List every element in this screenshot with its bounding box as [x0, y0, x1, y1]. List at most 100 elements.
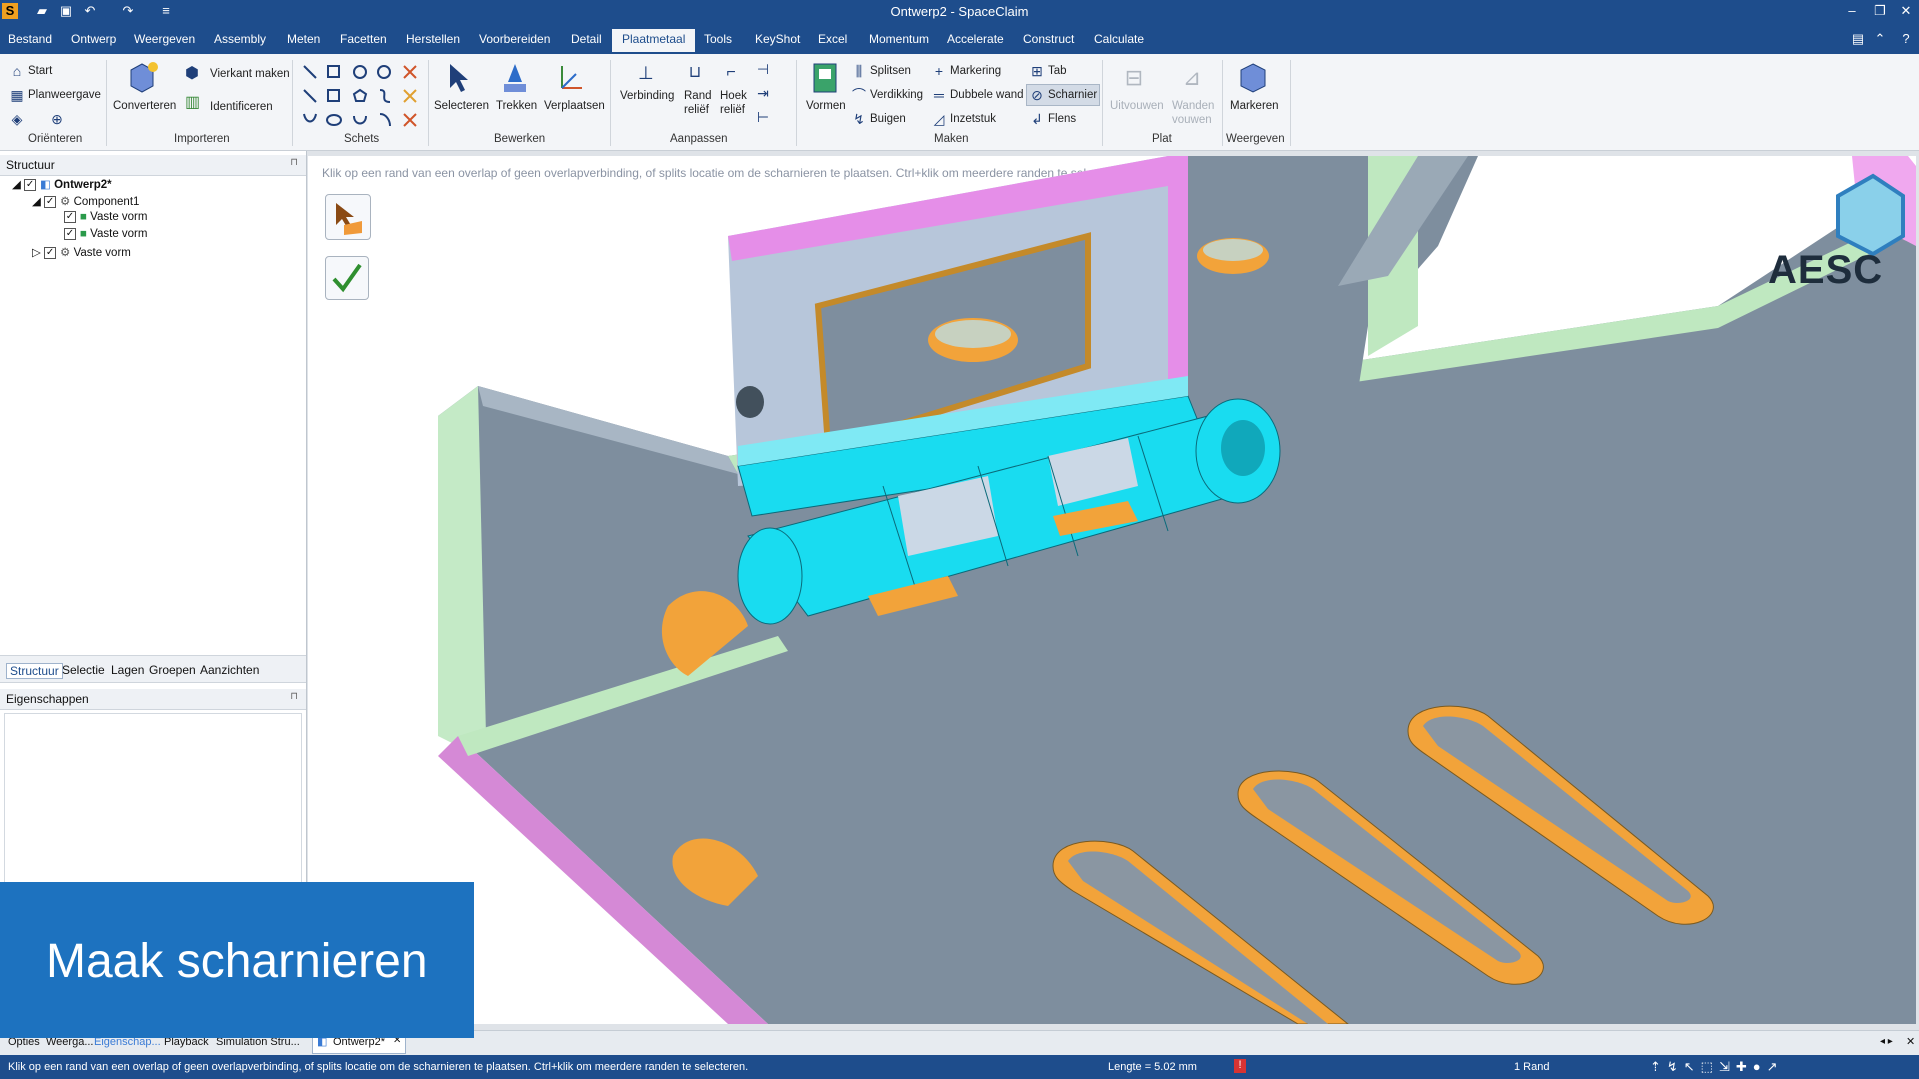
tree-label: Vaste vorm: [90, 228, 148, 241]
markeren-button[interactable]: Markeren: [1230, 100, 1279, 112]
pin-icon[interactable]: ⊓: [290, 691, 298, 702]
tree-item-body[interactable]: ✓ ■ Vaste vorm: [64, 228, 147, 244]
expand-icon[interactable]: ◢: [12, 179, 24, 191]
plan-view-button[interactable]: Planweergave: [28, 89, 101, 101]
close-button[interactable]: ✕: [1896, 2, 1916, 20]
adjust-tool-2-icon[interactable]: ⇥: [756, 86, 770, 100]
menu-excel[interactable]: Excel: [818, 32, 847, 46]
title-bar: S ▰ ▣ ↶ ↷ ≡ Ontwerp2 - SpaceClaim – ❐ ✕: [0, 0, 1919, 24]
error-icon[interactable]: !: [1234, 1059, 1246, 1073]
menu-tools[interactable]: Tools: [704, 32, 732, 46]
pull-button[interactable]: Trekken: [496, 100, 537, 112]
menu-accelerate[interactable]: Accelerate: [947, 32, 1004, 46]
square-icon: ⬢: [185, 65, 199, 82]
menu-keyshot[interactable]: KeyShot: [755, 32, 800, 46]
tree-item-body[interactable]: ▷ ✓ ⚙ Vaste vorm: [32, 245, 131, 261]
menu-bar: Bestand Ontwerp Weergeven Assembly Meten…: [0, 24, 1919, 54]
tab-lagen[interactable]: Lagen: [111, 663, 144, 677]
identify-icon: ▥: [185, 94, 201, 111]
menu-weergeven[interactable]: Weergeven: [134, 32, 195, 46]
tree-item-body[interactable]: ✓ ■ Vaste vorm: [64, 211, 147, 227]
select-button[interactable]: Selecteren: [434, 100, 489, 112]
menu-ontwerp[interactable]: Ontwerp: [71, 32, 116, 46]
hoek-relief-button[interactable]: Hoek: [720, 90, 747, 102]
visibility-checkbox[interactable]: ✓: [44, 195, 57, 208]
scroll-tabs-icon[interactable]: ◂ ▸: [1880, 1036, 1893, 1047]
markering-button[interactable]: Markering: [950, 65, 1001, 77]
layout-icon[interactable]: ▤: [1848, 30, 1868, 48]
identificeren-button[interactable]: Identificeren: [210, 101, 273, 113]
collapse-ribbon-icon[interactable]: ⌃: [1870, 30, 1890, 48]
3d-viewport[interactable]: Klik op een rand van een overlap of geen…: [308, 156, 1916, 1024]
structure-panel-header: Structuur ⊓: [0, 155, 306, 176]
select-icon: [450, 64, 468, 92]
minimize-button[interactable]: –: [1842, 2, 1862, 20]
insert-icon: ◿: [933, 111, 945, 127]
uitvouwen-button[interactable]: Uitvouwen: [1110, 100, 1164, 112]
expand-icon[interactable]: ▷: [32, 247, 44, 259]
component-icon: ⚙: [60, 247, 74, 259]
menu-bestand[interactable]: Bestand: [8, 32, 52, 46]
group-schets: Schets: [344, 133, 380, 145]
zoom-icon[interactable]: ⊕: [50, 112, 64, 126]
start-button[interactable]: Start: [28, 65, 52, 77]
rand-relief-button[interactable]: Rand: [684, 90, 712, 102]
verbinding-button[interactable]: Verbinding: [620, 90, 674, 102]
vierkant-maken-button[interactable]: Vierkant maken: [210, 68, 290, 80]
component-icon: ⚙: [60, 196, 74, 208]
menu-construct[interactable]: Construct: [1023, 32, 1074, 46]
menu-voorbereiden[interactable]: Voorbereiden: [479, 32, 550, 46]
restore-button[interactable]: ❐: [1870, 2, 1890, 20]
verdikking-button[interactable]: Verdikking: [870, 89, 923, 101]
menu-detail[interactable]: Detail: [571, 32, 602, 46]
group-maken: Maken: [934, 133, 969, 145]
tab-aanzichten[interactable]: Aanzichten: [200, 663, 259, 677]
tree-item-component[interactable]: ◢ ✓ ⚙ Component1: [32, 194, 139, 210]
splitsen-button[interactable]: Splitsen: [870, 65, 911, 77]
help-icon[interactable]: ?: [1896, 30, 1916, 48]
pull-icon: [504, 64, 526, 92]
visibility-checkbox[interactable]: ✓: [44, 246, 57, 259]
menu-facetten[interactable]: Facetten: [340, 32, 387, 46]
design-icon: ◧: [40, 179, 55, 191]
properties-panel-header: Eigenschappen ⊓: [0, 689, 306, 710]
menu-calculate[interactable]: Calculate: [1094, 32, 1144, 46]
tree-label: Ontwerp2*: [54, 179, 112, 191]
close-document-icon[interactable]: ✕: [1906, 1035, 1915, 1048]
tab-button[interactable]: Tab: [1048, 65, 1067, 77]
sketch-tools-grid[interactable]: [300, 60, 424, 132]
view-cube-icon[interactable]: ◈: [10, 112, 24, 126]
menu-plaatmetaal[interactable]: Plaatmetaal: [612, 29, 696, 52]
divider: [610, 60, 611, 146]
buigen-button[interactable]: Buigen: [870, 113, 906, 125]
vormen-button[interactable]: Vormen: [806, 100, 846, 112]
group-importeren: Importeren: [174, 133, 230, 145]
countersink-inner: [935, 320, 1011, 348]
convert-button[interactable]: Converteren: [113, 100, 176, 112]
expand-icon[interactable]: ◢: [32, 196, 44, 208]
visibility-checkbox[interactable]: ✓: [24, 178, 37, 191]
wanden-vouwen-button[interactable]: Wanden: [1172, 100, 1214, 112]
scharnier-button[interactable]: Scharnier: [1048, 89, 1097, 101]
tab-structuur[interactable]: Structuur: [6, 663, 63, 679]
inzetstuk-button[interactable]: Inzetstuk: [950, 113, 996, 125]
flens-button[interactable]: Flens: [1048, 113, 1076, 125]
menu-meten[interactable]: Meten: [287, 32, 320, 46]
menu-momentum[interactable]: Momentum: [869, 32, 929, 46]
tab-selectie[interactable]: Selectie: [62, 663, 105, 677]
dubbele-wand-button[interactable]: Dubbele wand: [950, 89, 1024, 101]
selection-filter-icons[interactable]: ⇡↯↖⬚⇲✚●↗: [1650, 1059, 1784, 1075]
visibility-checkbox[interactable]: ✓: [64, 228, 76, 240]
pin-icon[interactable]: ⊓: [290, 157, 298, 168]
tree-item-root[interactable]: ◢ ✓ ◧ Ontwerp2*: [12, 177, 112, 193]
corner-relief-icon: ⌐: [726, 64, 736, 81]
tab-groepen[interactable]: Groepen: [149, 663, 196, 677]
move-button[interactable]: Verplaatsen: [544, 100, 605, 112]
adjust-tool-1-icon[interactable]: ⊣: [756, 62, 770, 76]
adjust-tool-3-icon[interactable]: ⊢: [756, 110, 770, 124]
flange-icon: ↲: [1031, 111, 1043, 127]
visibility-checkbox[interactable]: ✓: [64, 211, 76, 223]
menu-herstellen[interactable]: Herstellen: [406, 32, 460, 46]
thicken-icon: ⌒: [852, 87, 866, 103]
menu-assembly[interactable]: Assembly: [214, 32, 266, 46]
